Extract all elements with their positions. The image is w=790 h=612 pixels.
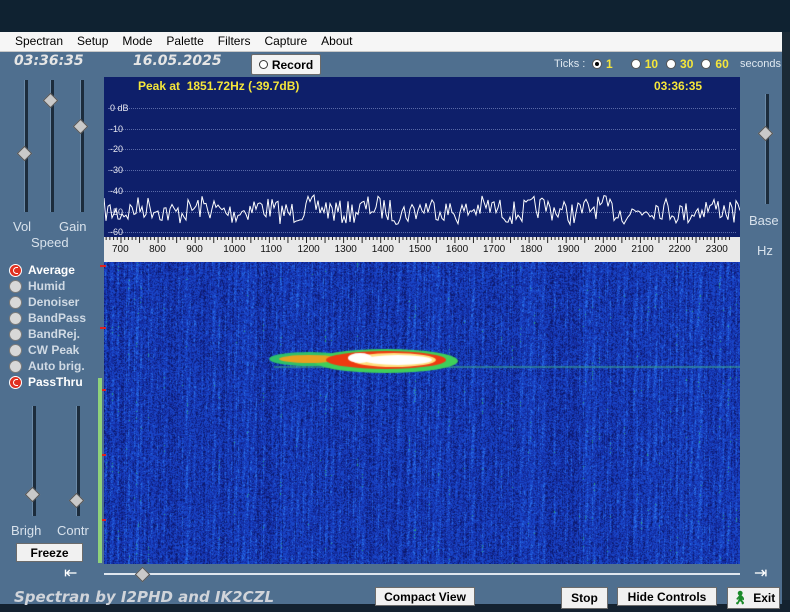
frequency-label: 1000: [223, 244, 246, 255]
menu-setup[interactable]: Setup: [70, 32, 115, 51]
frequency-label: 1300: [334, 244, 357, 255]
gain-slider-track[interactable]: [80, 80, 84, 212]
spectrum-display[interactable]: Peak at 1851.72Hz (-39.7dB) 03:36:35 0 d…: [104, 77, 740, 237]
option-label: BandRej.: [28, 327, 81, 341]
record-button-label: Record: [271, 57, 314, 72]
menu-capture[interactable]: Capture: [257, 32, 314, 51]
base-label: Base: [749, 213, 779, 228]
credits-text: Spectran by I2PHD and IK2CZL: [14, 588, 275, 606]
speed-label: Speed: [31, 235, 69, 250]
frequency-label: 1200: [297, 244, 320, 255]
clock-time: 03:36:35: [14, 53, 84, 69]
frequency-label: 1700: [483, 244, 506, 255]
processing-options: Average Humid Denoiser BandPass BandRej. CW P…: [9, 262, 86, 390]
menu-filters[interactable]: Filters: [211, 32, 258, 51]
frequency-label: 2200: [668, 244, 691, 255]
scroll-right-arrow-icon[interactable]: ⇥: [754, 566, 772, 582]
ticks-radio-1[interactable]: [592, 59, 602, 69]
ticks-label: Ticks :: [554, 58, 586, 70]
menu-spectran[interactable]: Spectran: [0, 32, 70, 51]
contrast-label: Contr: [57, 523, 89, 538]
option-label: Auto brig.: [28, 359, 85, 373]
option-label: Average: [28, 263, 75, 277]
option-label: Humid: [28, 279, 66, 293]
option-label: Denoiser: [28, 295, 80, 309]
option-toggle-icon[interactable]: [9, 263, 22, 277]
frequency-label: 1400: [371, 244, 394, 255]
record-circle-icon: [258, 60, 268, 69]
menu-bar: Spectran Setup Mode Palette Filters Capt…: [0, 32, 782, 52]
frequency-label: 2000: [594, 244, 617, 255]
ticks-value-10: 10: [644, 57, 659, 71]
frequency-label: 1600: [445, 244, 469, 255]
frequency-label: 2300: [705, 244, 728, 255]
frequency-label: 1800: [520, 244, 543, 255]
option-toggle-icon[interactable]: [9, 375, 22, 389]
menu-palette[interactable]: Palette: [159, 32, 210, 51]
option-toggle-icon[interactable]: [9, 279, 22, 293]
frequency-label: 700: [112, 244, 129, 255]
option-average[interactable]: Average: [9, 262, 86, 278]
base-slider-track[interactable]: [765, 94, 769, 204]
option-bandrej[interactable]: BandRej.: [9, 326, 86, 342]
current-date: 16.05.2025: [133, 53, 222, 69]
menu-about[interactable]: About: [314, 32, 359, 51]
frequency-label: 1500: [408, 244, 432, 255]
ticks-radio-30[interactable]: [666, 59, 677, 69]
option-label: CW Peak: [28, 343, 80, 357]
stop-button[interactable]: Stop: [561, 587, 608, 609]
level-meter: [98, 378, 102, 563]
ticks-value-1: 1: [606, 57, 613, 71]
exit-person-icon: 🚶︎: [731, 590, 749, 605]
option-auto-brig[interactable]: Auto brig.: [9, 358, 86, 374]
frequency-label: 2100: [631, 244, 654, 255]
gain-label: Gain: [59, 219, 87, 234]
option-humid[interactable]: Humid: [9, 278, 86, 294]
waterfall-display[interactable]: [104, 262, 740, 564]
exit-button-label: Exit: [753, 591, 776, 605]
hide-controls-button[interactable]: Hide Controls: [617, 587, 717, 606]
frequency-label: 800: [149, 244, 166, 255]
option-passthru[interactable]: PassThru: [9, 374, 86, 390]
ticks-value-30: 30: [680, 57, 694, 71]
option-label: PassThru: [28, 375, 83, 389]
frequency-label: 1100: [260, 244, 282, 255]
scroll-left-arrow-icon[interactable]: ⇤: [64, 566, 82, 582]
option-toggle-icon[interactable]: [9, 311, 22, 325]
ticks-radio-10[interactable]: [630, 59, 641, 69]
option-denoiser[interactable]: Denoiser: [9, 294, 86, 310]
brightness-label: Brigh: [11, 523, 42, 538]
option-bandpass[interactable]: BandPass: [9, 310, 86, 326]
option-toggle-icon[interactable]: [9, 327, 22, 341]
record-button[interactable]: Record: [251, 54, 321, 75]
spectrum-trace: [104, 194, 740, 227]
vol-label: Vol: [13, 219, 32, 234]
frequency-label: 900: [186, 244, 203, 255]
option-toggle-icon[interactable]: [9, 295, 22, 309]
option-label: BandPass: [28, 311, 87, 325]
time-scroll-track[interactable]: [104, 573, 740, 575]
option-toggle-icon[interactable]: [9, 343, 22, 357]
menu-mode[interactable]: Mode: [115, 32, 159, 51]
freeze-button[interactable]: Freeze: [16, 543, 83, 562]
option-cw-peak[interactable]: CW Peak: [9, 342, 86, 358]
ticks-radio-group: 1 10 30 60: [592, 57, 729, 71]
exit-button[interactable]: 🚶︎ Exit: [727, 587, 780, 609]
ticks-radio-60[interactable]: [701, 59, 712, 69]
frequency-axis: 700 800 900 1000 1100 1200 1300 1400 1500 1600 170…: [104, 237, 740, 262]
desktop-background-top: [0, 0, 790, 32]
hz-label: Hz: [757, 243, 773, 258]
frequency-label: 1900: [557, 244, 580, 255]
seconds-label: seconds: [740, 58, 781, 70]
compact-view-button[interactable]: Compact View: [375, 587, 475, 606]
ticks-value-60: 60: [715, 57, 729, 71]
option-toggle-icon[interactable]: [9, 359, 22, 373]
